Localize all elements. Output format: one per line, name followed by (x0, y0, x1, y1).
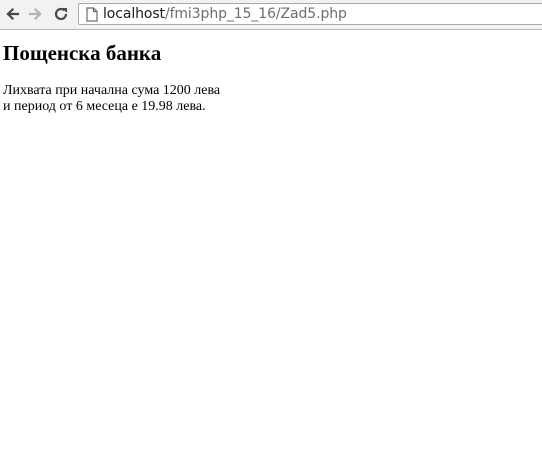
result-text: Лихвата при начална сума 1200 лева и пер… (3, 83, 542, 115)
forward-button[interactable] (26, 4, 46, 24)
reload-button[interactable] (51, 4, 71, 24)
url-text: localhost/fmi3php_15_16/Zad5.php (103, 4, 347, 24)
back-button[interactable] (2, 4, 22, 24)
result-line-2: и период от 6 месеца е 19.98 лева. (3, 99, 206, 114)
forward-arrow-icon (28, 6, 44, 22)
back-arrow-icon (4, 6, 20, 22)
page-icon (86, 6, 98, 22)
page-content: Пощенска банка Лихвата при начална сума … (3, 30, 542, 115)
url-path: /fmi3php_15_16/Zad5.php (164, 6, 347, 22)
browser-toolbar: localhost/fmi3php_15_16/Zad5.php (0, 0, 542, 30)
address-bar[interactable]: localhost/fmi3php_15_16/Zad5.php (78, 3, 542, 25)
page-heading: Пощенска банка (3, 41, 162, 65)
reload-icon (53, 6, 69, 22)
result-line-1: Лихвата при начална сума 1200 лева (3, 83, 221, 98)
url-host: localhost (103, 6, 165, 22)
